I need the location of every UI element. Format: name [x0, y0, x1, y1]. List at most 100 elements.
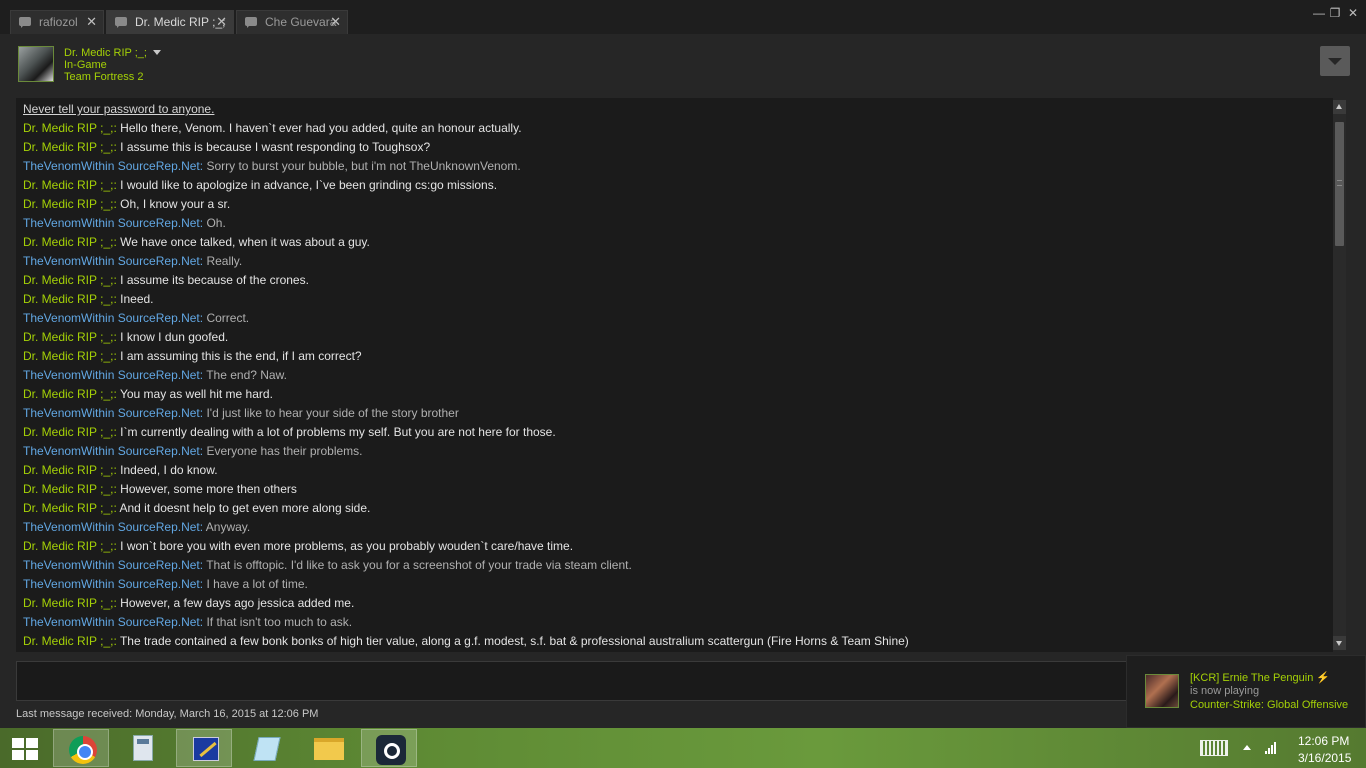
close-window-button[interactable]: ✕ [1346, 6, 1360, 20]
message-author[interactable]: Dr. Medic RIP ;_; [23, 178, 113, 192]
chat-message: Dr. Medic RIP ;_;: However, a few days a… [23, 595, 354, 611]
scroll-down-arrow-icon[interactable] [1333, 636, 1346, 650]
message-text: If that isn't too much to ask. [206, 615, 353, 629]
password-warning: Never tell your password to anyone. [23, 102, 215, 116]
avatar[interactable] [18, 46, 54, 82]
message-text: Oh. [206, 216, 226, 230]
tab-rafiozol[interactable]: rafiozol ✕ [10, 10, 104, 34]
pen-app-icon [193, 737, 219, 761]
chat-message: TheVenomWithin SourceRep.Net: If that is… [23, 614, 352, 630]
taskbar-file-explorer[interactable] [300, 729, 356, 767]
message-text: I assume its because of the crones. [120, 273, 309, 287]
message-author[interactable]: Dr. Medic RIP ;_; [23, 349, 113, 363]
chat-message: Dr. Medic RIP ;_;: I am assuming this is… [23, 348, 362, 364]
message-author[interactable]: Dr. Medic RIP ;_; [23, 121, 113, 135]
message-author[interactable]: TheVenomWithin SourceRep.Net [23, 159, 200, 173]
tab-label: Che Guevara [265, 15, 337, 29]
message-text: I am assuming this is the end, if I am c… [120, 349, 362, 363]
message-author[interactable]: Dr. Medic RIP ;_; [23, 387, 113, 401]
message-author[interactable]: Dr. Medic RIP ;_; [23, 596, 113, 610]
tab-label: rafiozol [39, 15, 78, 29]
chat-message: Dr. Medic RIP ;_;: We have once talked, … [23, 234, 370, 250]
message-author[interactable]: Dr. Medic RIP ;_; [23, 425, 113, 439]
message-text: I assume this is because I wasnt respond… [120, 140, 431, 154]
tab-label: Dr. Medic RIP ;_; [135, 15, 226, 29]
message-author[interactable]: TheVenomWithin SourceRep.Net [23, 311, 200, 325]
chat-message: TheVenomWithin SourceRep.Net: I have a l… [23, 576, 308, 592]
start-button[interactable] [0, 729, 50, 767]
keyboard-icon[interactable] [1200, 740, 1228, 756]
taskbar-pen-app[interactable] [176, 729, 232, 767]
message-author[interactable]: TheVenomWithin SourceRep.Net [23, 216, 200, 230]
taskbar-calculator[interactable] [114, 729, 170, 767]
message-text: That is offtopic. I'd like to ask you fo… [206, 558, 632, 572]
chrome-icon [69, 736, 97, 764]
message-author[interactable]: Dr. Medic RIP ;_; [23, 634, 113, 648]
chat-header: Dr. Medic RIP ;_; In-Game Team Fortress … [0, 34, 1366, 94]
message-author[interactable]: TheVenomWithin SourceRep.Net [23, 520, 200, 534]
options-dropdown-button[interactable] [1320, 46, 1350, 76]
friend-status: In-Game [64, 59, 107, 71]
message-text: Oh, I know your a sr. [120, 197, 231, 211]
close-tab-icon[interactable]: ✕ [86, 11, 97, 33]
show-hidden-icons-icon[interactable] [1243, 745, 1251, 750]
message-author[interactable]: Dr. Medic RIP ;_; [23, 235, 113, 249]
chat-log: Never tell your password to anyone. Dr. … [16, 98, 1333, 652]
message-author[interactable]: TheVenomWithin SourceRep.Net [23, 254, 200, 268]
message-author[interactable]: Dr. Medic RIP ;_; [23, 482, 113, 496]
steam-icon [376, 735, 406, 765]
taskbar-chrome[interactable] [53, 729, 109, 767]
message-author[interactable]: TheVenomWithin SourceRep.Net [23, 368, 200, 382]
notes-icon [253, 737, 281, 761]
message-input[interactable] [16, 661, 1156, 701]
friend-name[interactable]: Dr. Medic RIP ;_; [64, 47, 147, 59]
friend-notification[interactable]: [KCR] Ernie The Penguin ⚡ is now playing… [1126, 655, 1366, 728]
message-text: I`m currently dealing with a lot of prob… [120, 425, 556, 439]
chat-message: Dr. Medic RIP ;_;: Indeed, I do know. [23, 462, 218, 478]
message-author[interactable]: Dr. Medic RIP ;_; [23, 197, 113, 211]
message-author[interactable]: Dr. Medic RIP ;_; [23, 463, 113, 477]
chat-message: Dr. Medic RIP ;_;: You may as well hit m… [23, 386, 273, 402]
message-text: Hello there, Venom. I haven`t ever had y… [120, 121, 522, 135]
message-text: I would like to apologize in advance, I`… [120, 178, 498, 192]
scroll-thumb[interactable] [1335, 122, 1344, 246]
message-text: The trade contained a few bonk bonks of … [119, 634, 909, 648]
message-author[interactable]: TheVenomWithin SourceRep.Net [23, 577, 200, 591]
message-author[interactable]: TheVenomWithin SourceRep.Net [23, 406, 200, 420]
message-author[interactable]: Dr. Medic RIP ;_; [23, 140, 113, 154]
message-author[interactable]: TheVenomWithin SourceRep.Net [23, 444, 200, 458]
message-text: Really. [206, 254, 243, 268]
message-author[interactable]: TheVenomWithin SourceRep.Net [23, 558, 200, 572]
message-text: I know I dun goofed. [120, 330, 229, 344]
message-author[interactable]: Dr. Medic RIP ;_; [23, 330, 113, 344]
chevron-down-icon[interactable] [153, 50, 161, 55]
network-signal-icon[interactable] [1265, 740, 1279, 754]
close-tab-icon[interactable]: ✕ [216, 11, 227, 33]
close-tab-icon[interactable]: ✕ [330, 11, 341, 33]
notification-action: is now playing [1190, 685, 1260, 697]
message-author[interactable]: Dr. Medic RIP ;_; [23, 539, 113, 553]
minimize-button[interactable]: — [1312, 6, 1326, 20]
message-author[interactable]: Dr. Medic RIP ;_; [23, 273, 113, 287]
chat-message: TheVenomWithin SourceRep.Net: Anyway. [23, 519, 250, 535]
chat-message: TheVenomWithin SourceRep.Net: Really. [23, 253, 242, 269]
message-author[interactable]: TheVenomWithin SourceRep.Net [23, 615, 200, 629]
message-author[interactable]: Dr. Medic RIP ;_; [23, 501, 113, 515]
clock-date[interactable]: 3/16/2015 [1298, 751, 1351, 765]
file-explorer-icon [314, 738, 344, 760]
message-text: Correct. [206, 311, 250, 325]
tab-dr-medic[interactable]: Dr. Medic RIP ;_; ✕ [106, 10, 234, 34]
tab-che-guevara[interactable]: Che Guevara ✕ [236, 10, 348, 34]
taskbar-notes[interactable] [238, 729, 294, 767]
steam-chat-window: rafiozol ✕ Dr. Medic RIP ;_; ✕ Che Gueva… [0, 0, 1366, 728]
taskbar-steam[interactable] [361, 729, 417, 767]
chat-message: Dr. Medic RIP ;_;: However, some more th… [23, 481, 297, 497]
chat-message: Dr. Medic RIP ;_;: I assume this is beca… [23, 139, 430, 155]
chat-scrollbar[interactable] [1333, 100, 1346, 650]
scroll-up-arrow-icon[interactable] [1333, 100, 1346, 114]
restore-button[interactable]: ❐ [1328, 6, 1342, 20]
message-author[interactable]: Dr. Medic RIP ;_; [23, 292, 113, 306]
chat-message: TheVenomWithin SourceRep.Net: Sorry to b… [23, 158, 521, 174]
clock-time[interactable]: 12:06 PM [1298, 734, 1349, 748]
chat-message: Dr. Medic RIP ;_;: Hello there, Venom. I… [23, 120, 522, 136]
